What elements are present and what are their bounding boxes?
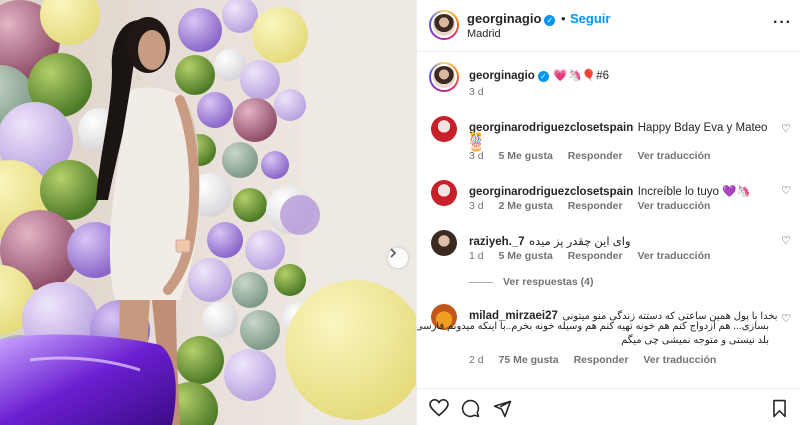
separator-dot: • xyxy=(561,11,566,26)
header-username[interactable]: georginagio ✓ xyxy=(467,11,556,26)
comment-likes[interactable]: 5 Me gusta xyxy=(499,250,553,262)
save-button[interactable] xyxy=(771,399,788,423)
view-replies-button[interactable]: Ver respuestas (4) xyxy=(469,276,593,288)
heart-icon[interactable]: ♡ xyxy=(781,184,791,197)
comment-row: georginarodriguezclosetspain Increíble l… xyxy=(417,178,800,218)
more-options-icon[interactable]: ··· xyxy=(773,14,792,32)
view-replies-label[interactable]: Ver respuestas (4) xyxy=(503,276,593,288)
reply-button[interactable]: Responder xyxy=(574,354,629,366)
translate-button[interactable]: Ver traducción xyxy=(637,250,710,262)
chevron-right-icon xyxy=(390,248,397,258)
post-panel: georginagio ✓ • Seguir Madrid ··· georgin… xyxy=(416,0,800,425)
instagram-post: georginagio ✓ • Seguir Madrid ··· georgin… xyxy=(0,0,800,425)
comment-avatar[interactable] xyxy=(431,230,457,256)
heart-icon[interactable]: ♡ xyxy=(781,234,791,247)
comment-username[interactable]: georginarodriguezclosetspain xyxy=(469,186,633,198)
divider-line xyxy=(469,281,493,283)
comment-time: 3 d xyxy=(469,150,484,162)
verified-icon: ✓ xyxy=(537,71,549,82)
comment-time: 1 d xyxy=(469,250,484,262)
translate-button[interactable]: Ver traducción xyxy=(637,150,710,162)
comment-avatar[interactable] xyxy=(431,116,457,142)
comment-text: وای این چقدر پز میده xyxy=(529,236,631,248)
comment-row: raziyeh._7 وای این چقدر پز میده 1 d 5 Me… xyxy=(417,228,800,292)
comment-text-line-3: بلد نیستی و متوجه نمیشی چی میگم xyxy=(621,335,769,346)
share-icon xyxy=(493,400,512,418)
reply-button[interactable]: Responder xyxy=(568,200,623,212)
comment-username[interactable]: georginarodriguezclosetspain xyxy=(469,122,633,134)
comment-likes[interactable]: 2 Me gusta xyxy=(499,200,553,212)
heart-icon[interactable]: ♡ xyxy=(781,312,791,325)
post-photo xyxy=(0,0,416,425)
comment-text-line-2: بسازی... هم ازدواج کنم هم خونه تهیه کنم … xyxy=(417,321,769,332)
share-button[interactable] xyxy=(493,399,512,423)
comment-row: milad_mirzaei27 بخدا با پول همین ساعتی ک… xyxy=(417,302,800,372)
comment-meta: 3 d 5 Me gusta Responder Ver traducción xyxy=(469,150,722,162)
comment-button[interactable] xyxy=(461,399,480,423)
comment-row: georginarodriguezclosetspain Happy Bday … xyxy=(417,114,800,164)
translate-button[interactable]: Ver traducción xyxy=(637,200,710,212)
username-link[interactable]: georginagio xyxy=(467,11,541,26)
follow-button[interactable]: Seguir xyxy=(570,11,610,26)
caption-username[interactable]: georginagio xyxy=(469,70,535,82)
comment-meta: 1 d 5 Me gusta Responder Ver traducción xyxy=(469,250,722,262)
heart-icon xyxy=(429,398,449,417)
like-button[interactable] xyxy=(429,398,449,422)
bookmark-icon xyxy=(773,399,786,418)
location-link[interactable]: Madrid xyxy=(467,28,501,40)
next-image-button[interactable] xyxy=(388,248,408,268)
comment-text-continued: 🎊 xyxy=(469,133,483,145)
comment-time: 3 d xyxy=(469,200,484,212)
caption-avatar[interactable] xyxy=(429,62,459,92)
comment-username[interactable]: raziyeh._7 xyxy=(469,236,525,248)
post-header: georginagio ✓ • Seguir Madrid ··· xyxy=(417,0,800,52)
post-image[interactable] xyxy=(0,0,416,425)
comment-text: Increíble lo tuyo 💜🦄 xyxy=(637,186,751,198)
comment-meta: 3 d 2 Me gusta Responder Ver traducción xyxy=(469,200,722,212)
caption-time: 3 d xyxy=(469,86,484,98)
reply-button[interactable]: Responder xyxy=(568,150,623,162)
caption-row: georginagio ✓ 💗🦄🎈#6 3 d xyxy=(417,62,800,106)
comment-likes[interactable]: 5 Me gusta xyxy=(499,150,553,162)
purple-chair xyxy=(0,334,176,425)
comment-icon xyxy=(461,399,480,418)
avatar[interactable] xyxy=(429,10,459,40)
heart-icon[interactable]: ♡ xyxy=(781,122,791,135)
comment-time: 2 d xyxy=(469,354,484,366)
verified-icon: ✓ xyxy=(544,15,556,26)
action-bar xyxy=(417,388,800,425)
reply-button[interactable]: Responder xyxy=(568,250,623,262)
translate-button[interactable]: Ver traducción xyxy=(643,354,716,366)
comments-list: georginagio ✓ 💗🦄🎈#6 3 d georginarodriguez… xyxy=(417,52,800,372)
comment-avatar[interactable] xyxy=(431,180,457,206)
caption-text: 💗🦄🎈#6 xyxy=(553,70,610,82)
comment-likes[interactable]: 75 Me gusta xyxy=(499,354,559,366)
comment-meta: 2 d 75 Me gusta Responder Ver traducción xyxy=(469,354,728,366)
